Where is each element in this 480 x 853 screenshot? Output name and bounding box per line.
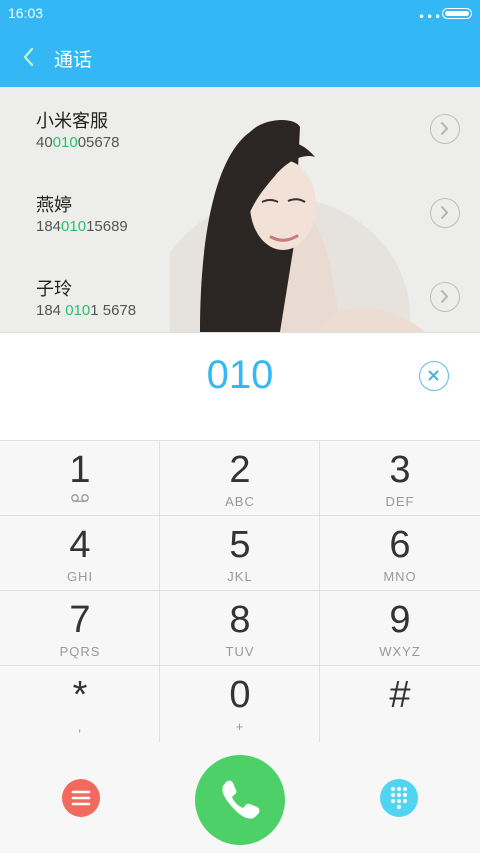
key-8[interactable]: 8 TUV [160,591,320,666]
key-hash[interactable]: # [320,666,480,743]
key-7[interactable]: 7 PQRS [0,591,160,666]
key-digit: 9 [389,599,411,641]
key-digit: 8 [229,599,251,641]
dialer-actions [0,742,480,853]
chevron-left-icon[interactable] [18,44,42,70]
contact-row[interactable]: 小米客服 4001005678 [0,87,480,171]
contact-number: 4001005678 [36,134,120,151]
key-9[interactable]: 9 WXYZ [320,591,480,666]
battery-icon [442,8,472,19]
key-star[interactable]: * , [0,666,160,743]
chevron-right-icon[interactable] [430,282,460,312]
key-digit: 3 [389,449,411,491]
dialed-number[interactable]: 010 [0,353,480,398]
key-0[interactable]: 0 + [160,666,320,743]
key-letters: + [235,719,245,734]
dialpad-icon[interactable] [380,779,418,817]
key-5[interactable]: 5 JKL [160,516,320,591]
key-digit: 0 [229,674,251,716]
contact-row[interactable]: 子玲 184 0101 5678 [0,255,480,332]
key-letters: WXYZ [379,644,421,659]
key-letters: PQRS [59,644,101,659]
key-digit: 2 [229,449,251,491]
key-digit: 6 [389,524,411,566]
phone-icon[interactable] [195,755,285,845]
key-1[interactable]: 1 [0,441,160,516]
key-digit: 7 [69,599,91,641]
clear-icon[interactable] [419,361,449,391]
key-digit: 4 [69,524,91,566]
contact-name: 小米客服 [36,111,108,132]
key-digit: 1 [69,449,91,491]
key-letters: JKL [227,569,253,584]
contact-results: 小米客服 4001005678 燕婷 18401015689 子玲 184 01… [0,87,480,332]
key-digit: * [72,674,88,716]
chevron-right-icon[interactable] [430,198,460,228]
status-menu-dots: ••• [418,10,443,24]
key-3[interactable]: 3 DEF [320,441,480,516]
key-2[interactable]: 2 ABC [160,441,320,516]
contact-number: 184 0101 5678 [36,302,137,319]
key-letters: GHI [66,569,94,584]
key-letters: ABC [225,494,255,509]
key-digit: # [389,674,411,716]
contact-row[interactable]: 燕婷 18401015689 [0,171,480,255]
key-digit: 5 [229,524,251,566]
number-entry: 010 [0,332,480,440]
contact-name: 子玲 [36,279,72,300]
contact-number: 18401015689 [36,218,128,235]
status-time: 16:03 [8,5,44,21]
key-letters: TUV [225,644,255,659]
dial-keypad: 1 2 ABC 3 DEF 4 GHI 5 JKL 6 MNO 7 PQRS 8… [0,440,480,743]
key-6[interactable]: 6 MNO [320,516,480,591]
menu-icon[interactable] [62,779,100,817]
page-title: 通话 [54,49,93,71]
key-letters: DEF [385,494,415,509]
status-bar: 16:03 ••• [0,0,480,28]
chevron-right-icon[interactable] [430,114,460,144]
contact-name: 燕婷 [36,195,72,216]
key-letters: , [77,719,83,734]
app-header: 16:03 ••• 通话 [0,0,480,87]
key-4[interactable]: 4 GHI [0,516,160,591]
key-letters: MNO [383,569,417,584]
voicemail-icon [70,493,90,503]
